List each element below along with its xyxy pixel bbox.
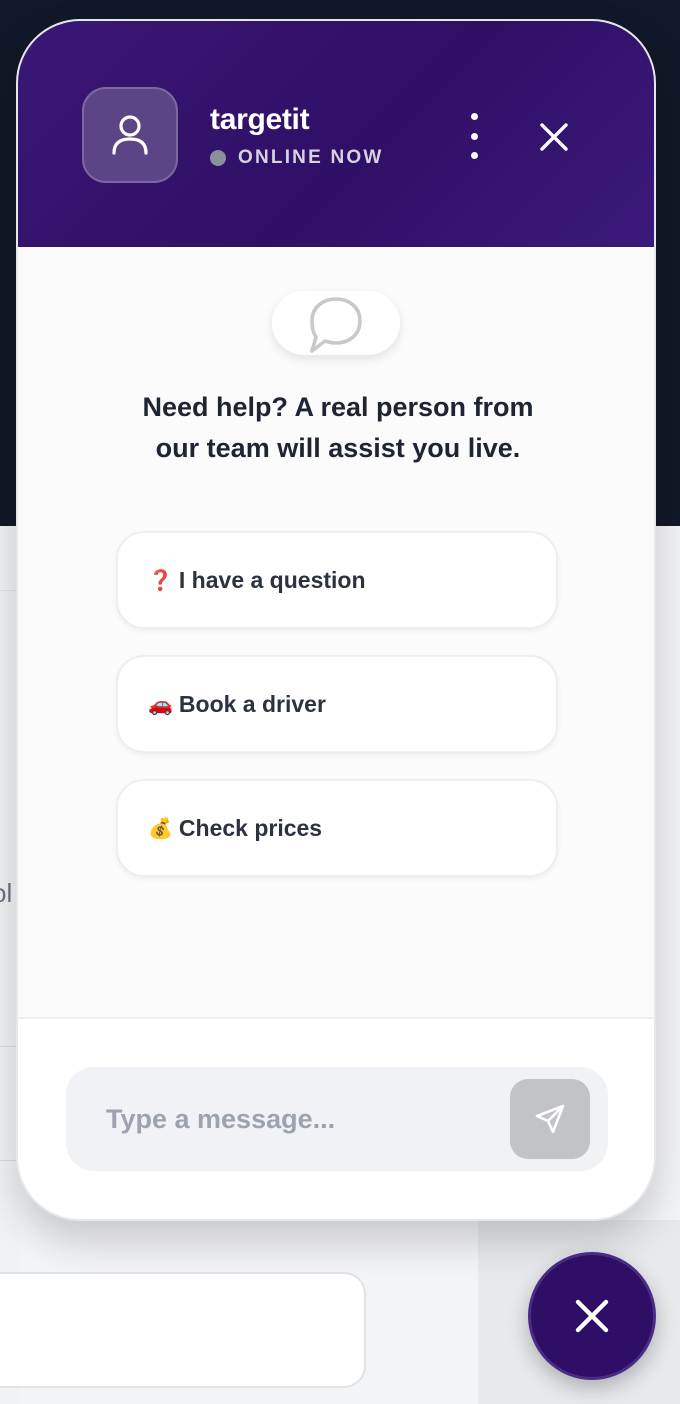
close-chat-button[interactable] [532, 115, 576, 159]
send-button[interactable] [510, 1079, 590, 1159]
close-icon [575, 1299, 609, 1333]
avatar [82, 87, 178, 183]
chat-bubble-icon [310, 297, 362, 353]
status-indicator: ONLINE NOW [210, 147, 384, 169]
chat-header: targetit ONLINE NOW [18, 21, 654, 247]
help-line: our team will assist you live. [155, 433, 521, 463]
option-label: Check prices [178, 814, 323, 841]
option-question-button[interactable]: ❓ I have a question [116, 531, 558, 629]
chat-composer [18, 1017, 654, 1219]
brand-name: targetit [210, 103, 310, 136]
option-book-driver-button[interactable]: 🚗 Book a driver [116, 655, 558, 753]
message-input[interactable] [106, 1091, 486, 1147]
send-icon [535, 1104, 565, 1134]
user-icon [112, 115, 148, 155]
question-mark-icon: ❓ [148, 568, 173, 592]
more-vertical-icon [470, 113, 478, 120]
option-label: Book a driver [178, 690, 326, 717]
status-dot [210, 150, 226, 166]
help-line: Need help? A real person from [142, 392, 534, 422]
background-text: ol [0, 878, 13, 908]
close-icon [540, 123, 568, 151]
status-text: ONLINE NOW [238, 147, 384, 168]
option-check-prices-button[interactable]: 💰 Check prices [116, 779, 558, 877]
option-label: I have a question [178, 566, 366, 593]
more-options-button[interactable] [458, 113, 490, 159]
message-input-container [66, 1067, 608, 1171]
help-message: Need help? A real person from our team w… [58, 387, 618, 469]
chat-widget: targetit ONLINE NOW Need help? A real pe… [16, 19, 656, 1221]
money-bag-icon: 💰 [148, 816, 173, 840]
chat-bubble-badge [272, 291, 400, 355]
chat-launcher-button[interactable] [528, 1252, 656, 1380]
background-input-box[interactable] [0, 1272, 366, 1388]
car-icon: 🚗 [148, 692, 173, 716]
chat-body: Need help? A real person from our team w… [18, 247, 654, 1017]
